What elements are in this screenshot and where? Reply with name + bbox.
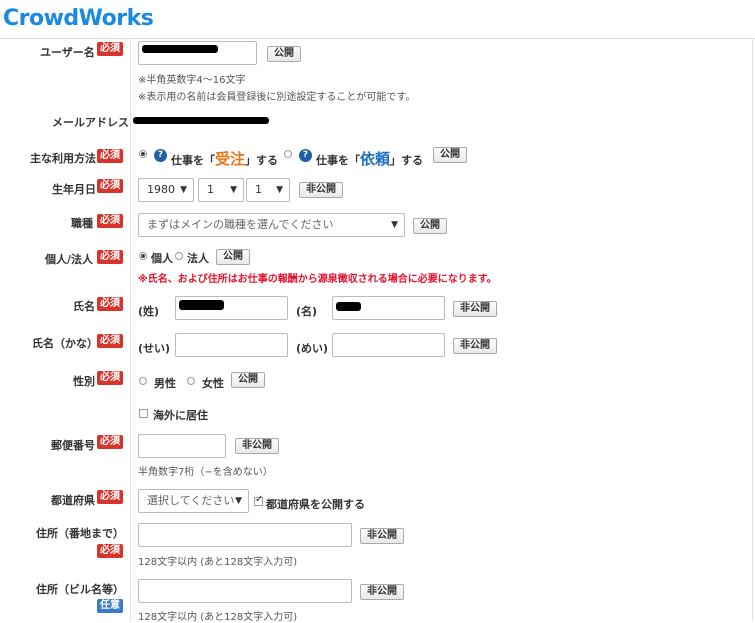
entity-individual-label[interactable]: 個人 (151, 250, 173, 266)
birthday-label: 生年月日 (52, 183, 96, 196)
addr1-private-button[interactable]: 非公開 (360, 528, 404, 544)
zip-note: 半角数字7桁（−を含めない） (138, 467, 273, 478)
birth-day-select[interactable]: 1 ▼ (246, 178, 290, 202)
zip-input[interactable] (138, 434, 226, 458)
last-name-kana-input[interactable] (175, 333, 288, 357)
email-label: メールアドレス (52, 116, 129, 129)
gender-female-radio[interactable] (187, 377, 195, 385)
entity-warning: ※氏名、および住所はお仕事の報酬から源泉徴収される場合に必要になります。 (138, 274, 497, 285)
gender-male-radio[interactable] (139, 377, 147, 385)
usage-order-label[interactable]: 仕事を「依頼」する (316, 148, 423, 169)
usage-label: 主な利用方法 (30, 152, 96, 165)
entity-corporate-radio[interactable] (175, 252, 183, 260)
addr1-input[interactable] (138, 523, 352, 547)
username-label: ユーザー名 (40, 46, 95, 59)
required-badge: 必須 (97, 435, 123, 449)
occupation-select[interactable]: まずはメインの職種を選んでください ▼ (138, 213, 405, 237)
addr1-label: 住所（番地まで） (36, 527, 124, 540)
entity-individual-radio[interactable] (139, 252, 147, 260)
redacted-first-name (336, 302, 361, 311)
addr2-input[interactable] (138, 579, 352, 603)
required-badge: 必須 (97, 297, 123, 311)
chevron-down-icon: ▼ (235, 496, 242, 506)
required-badge: 必須 (97, 149, 123, 163)
required-badge: 必須 (97, 42, 123, 56)
username-note-display: ※表示用の名前は会員登録後に別途設定することが可能です。 (138, 92, 416, 103)
help-icon[interactable]: ? (299, 149, 312, 162)
usage-order-radio[interactable] (284, 150, 292, 158)
username-note-length: ※半角英数字4〜16文字 (138, 75, 246, 86)
redacted-email (133, 117, 269, 124)
required-badge: 必須 (97, 371, 123, 385)
zip-private-button[interactable]: 非公開 (235, 438, 279, 454)
first-name-kana-input[interactable] (332, 333, 445, 357)
usage-receive-radio[interactable] (139, 150, 147, 158)
gender-public-button[interactable]: 公開 (231, 372, 265, 388)
pref-select[interactable]: 選択してください ▼ (138, 489, 249, 513)
entity-public-button[interactable]: 公開 (216, 249, 250, 265)
required-badge: 必須 (97, 250, 123, 264)
chevron-down-icon: ▼ (276, 185, 283, 195)
zip-label: 郵便番号 (51, 439, 95, 452)
overseas-checkbox[interactable] (139, 409, 148, 418)
required-badge: 必須 (97, 179, 123, 193)
birth-month-select[interactable]: 1 ▼ (198, 178, 244, 202)
name-mei-label: (名) (296, 305, 318, 318)
kana-mei-label: (めい) (296, 342, 329, 355)
kana-private-button[interactable]: 非公開 (453, 338, 497, 354)
name-label: 氏名 (73, 300, 95, 313)
required-badge: 必須 (97, 490, 123, 504)
usage-receive-label[interactable]: 仕事を「受注」する (171, 148, 278, 169)
addr2-label: 住所（ビル名等） (36, 583, 124, 596)
usage-public-button[interactable]: 公開 (433, 147, 467, 163)
gender-male-label[interactable]: 男性 (154, 375, 176, 391)
gender-label: 性別 (73, 375, 95, 388)
name-sei-label: (姓) (138, 305, 160, 318)
kana-label: 氏名（かな） (32, 337, 98, 350)
redacted-username (142, 45, 218, 53)
entity-label: 個人/法人 (45, 253, 94, 266)
pref-publish-checkbox[interactable] (254, 494, 263, 506)
pref-publish-label[interactable]: 都道府県を公開する (266, 496, 365, 512)
required-badge: 必須 (97, 544, 123, 558)
username-public-button[interactable]: 公開 (267, 46, 301, 62)
help-icon[interactable]: ? (154, 149, 167, 162)
addr2-private-button[interactable]: 非公開 (360, 584, 404, 600)
optional-badge: 任意 (97, 599, 123, 613)
kana-sei-label: (せい) (138, 342, 171, 355)
addr1-note: 128文字以内 (あと128文字入力可) (138, 557, 298, 568)
label-column-divider (130, 38, 131, 622)
overseas-label[interactable]: 海外に居住 (153, 407, 208, 423)
birthday-private-button[interactable]: 非公開 (299, 182, 343, 198)
required-badge: 必須 (97, 334, 123, 348)
chevron-down-icon: ▼ (391, 220, 398, 230)
chevron-down-icon: ▼ (180, 185, 187, 195)
birth-year-select[interactable]: 1980 ▼ (138, 178, 194, 202)
crowdworks-logo[interactable]: CrowdWorks (3, 6, 154, 31)
header: CrowdWorks (0, 0, 755, 39)
pref-label: 都道府県 (51, 494, 95, 507)
redacted-last-name (179, 300, 224, 310)
name-private-button[interactable]: 非公開 (453, 301, 497, 317)
chevron-down-icon: ▼ (230, 185, 237, 195)
addr2-note: 128文字以内 (あと128文字入力可) (138, 612, 298, 623)
right-border (752, 38, 753, 622)
entity-corporate-label[interactable]: 法人 (187, 250, 209, 266)
required-badge: 必須 (97, 214, 123, 228)
occupation-label: 職種 (71, 217, 93, 230)
gender-female-label[interactable]: 女性 (202, 375, 224, 391)
occupation-public-button[interactable]: 公開 (413, 218, 447, 234)
